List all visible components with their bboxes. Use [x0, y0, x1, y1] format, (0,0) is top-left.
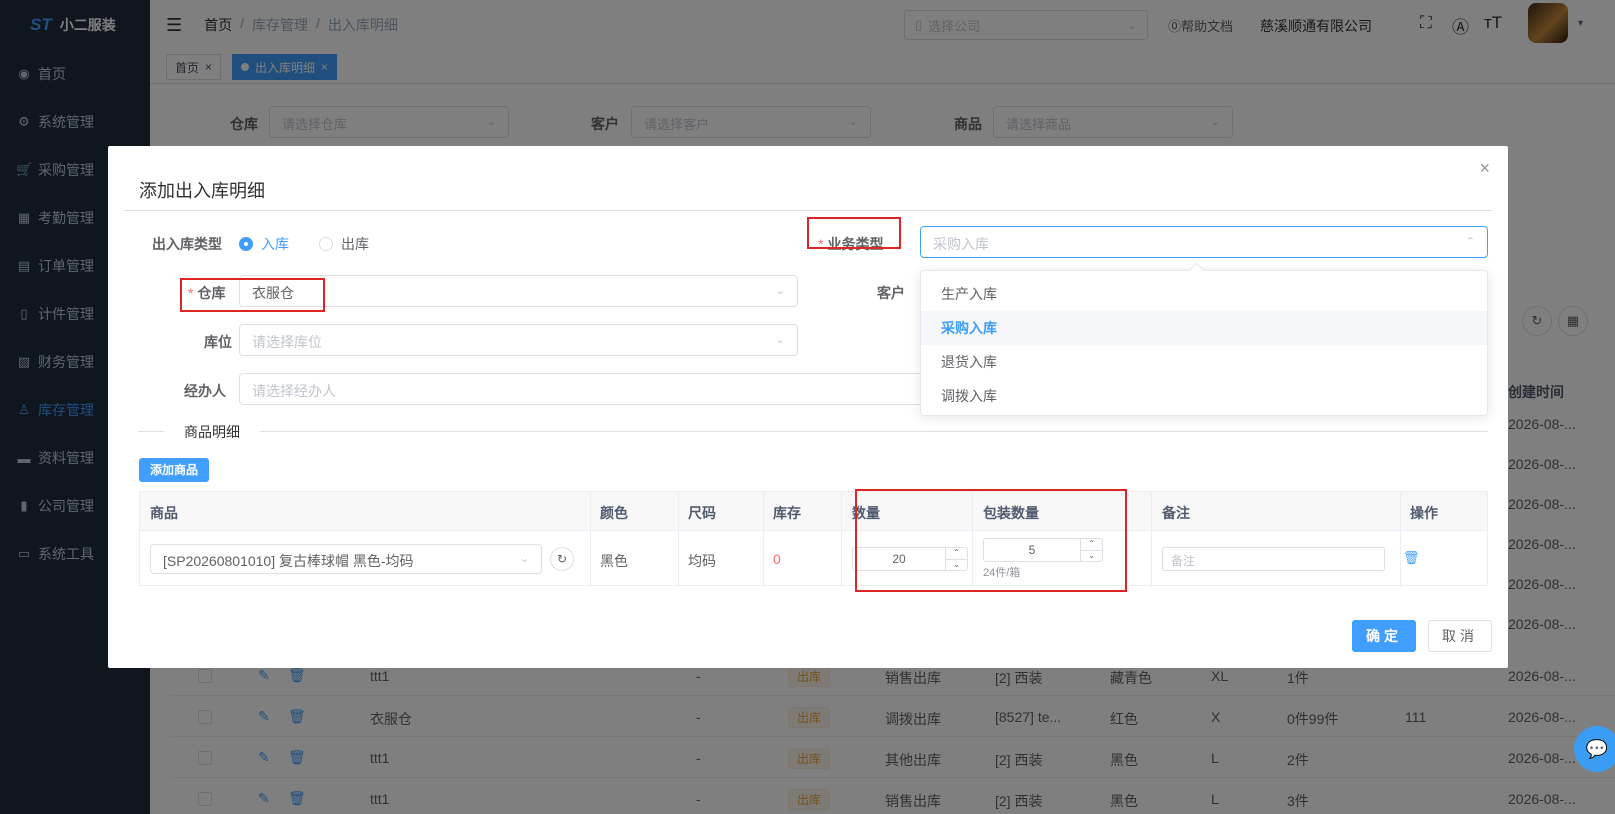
- customer-label: 客户: [877, 285, 905, 301]
- column-divider: [763, 492, 764, 587]
- table-header: 商品 颜色 尺码 库存 数量 包装数量 备注 操作: [140, 492, 1487, 531]
- placeholder: 请选择库位: [252, 334, 322, 350]
- product-select[interactable]: [SP20260801010] 复古棒球帽 黑色-均码 ⌄: [150, 544, 542, 574]
- chat-icon[interactable]: 💬: [1574, 726, 1615, 772]
- column-header: 操作: [1410, 505, 1438, 521]
- location-select[interactable]: 请选择库位 ⌄: [239, 324, 798, 356]
- biz-type-dropdown: 生产入库 采购入库 退货入库 调拨入库: [920, 270, 1488, 416]
- column-header: 备注: [1162, 505, 1190, 521]
- radio-inbound[interactable]: 入库: [239, 234, 289, 254]
- location-label: 库位: [204, 334, 232, 350]
- radio-label: 出库: [341, 236, 369, 252]
- dropdown-option-production-in[interactable]: 生产入库: [921, 277, 1487, 311]
- chevron-down-icon: ⌄: [775, 334, 785, 346]
- column-header: 尺码: [688, 505, 716, 521]
- section-divider: [138, 431, 1488, 432]
- dropdown-option-return-in[interactable]: 退货入库: [921, 345, 1487, 379]
- confirm-button[interactable]: 确定: [1352, 620, 1416, 652]
- dialog-title: 添加出入库明细: [139, 181, 265, 201]
- highlight-box-warehouse: [180, 278, 325, 312]
- radio-label: 入库: [261, 236, 289, 252]
- product-table: 商品 颜色 尺码 库存 数量 包装数量 备注 操作 [SP20260801010…: [139, 491, 1488, 587]
- column-header: 颜色: [600, 505, 628, 521]
- note-input[interactable]: 备注: [1162, 547, 1385, 571]
- stock-cell: 0: [773, 551, 781, 567]
- chevron-up-icon: ⌃: [1465, 236, 1475, 248]
- placeholder: 备注: [1171, 554, 1196, 568]
- chevron-down-icon: ⌄: [519, 553, 529, 565]
- column-divider: [590, 492, 591, 587]
- divider: [124, 210, 1492, 211]
- highlight-box-biz-type: [807, 217, 901, 249]
- handler-select[interactable]: 请选择经办人: [239, 373, 929, 405]
- column-divider: [1400, 492, 1401, 587]
- placeholder: 采购入库: [933, 236, 989, 252]
- radio-circle: [239, 237, 253, 251]
- column-divider: [841, 492, 842, 587]
- cancel-button[interactable]: 取消: [1428, 620, 1492, 652]
- column-header: 库存: [773, 505, 801, 521]
- handler-label: 经办人: [184, 383, 226, 399]
- add-product-button[interactable]: 添加商品: [139, 458, 210, 482]
- close-icon[interactable]: ×: [1479, 158, 1490, 179]
- column-divider: [1151, 492, 1152, 587]
- section-title: 商品明细: [164, 422, 260, 442]
- column-header: 商品: [150, 505, 178, 521]
- placeholder: 请选择经办人: [252, 383, 336, 399]
- io-type-label: 出入库类型: [152, 236, 222, 252]
- add-inout-dialog: 添加出入库明细 × 出入库类型 入库 出库 * 业务类型 采购入库 ⌃ * 仓库 衣…: [108, 146, 1508, 668]
- color-cell: 黑色: [600, 553, 628, 569]
- biz-type-select[interactable]: 采购入库 ⌃: [920, 226, 1488, 258]
- delete-icon[interactable]: 🗑: [1403, 550, 1420, 566]
- size-cell: 均码: [688, 553, 716, 569]
- column-divider: [678, 492, 679, 587]
- highlight-box-quantity: [855, 489, 1127, 592]
- radio-outbound[interactable]: 出库: [319, 234, 369, 254]
- dropdown-option-purchase-in[interactable]: 采购入库: [921, 311, 1487, 345]
- chevron-down-icon: ⌄: [775, 285, 785, 297]
- refresh-icon[interactable]: ↻: [550, 547, 574, 571]
- radio-circle: [319, 237, 333, 251]
- dropdown-option-transfer-in[interactable]: 调拨入库: [921, 379, 1487, 413]
- selected-value: [SP20260801010] 复古棒球帽 黑色-均码: [163, 553, 414, 569]
